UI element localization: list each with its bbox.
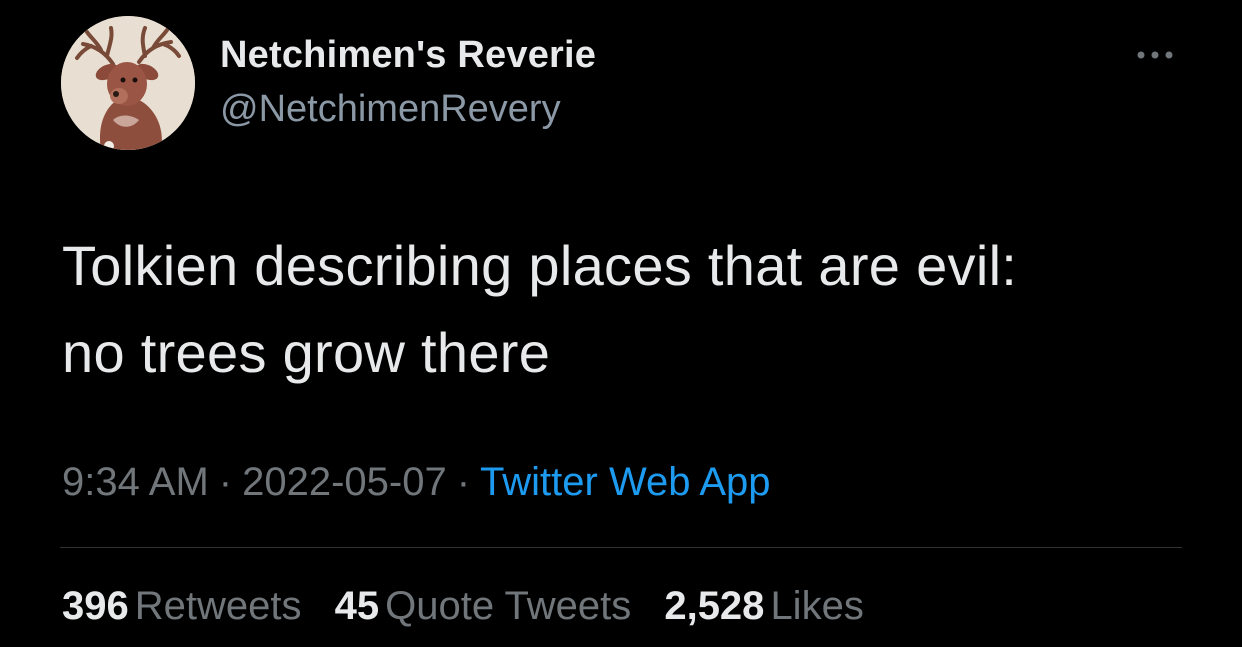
tweet-source-link[interactable]: Twitter Web App [480, 460, 771, 504]
more-horizontal-icon [1137, 51, 1173, 59]
quote-tweets-label: Quote Tweets [385, 584, 632, 628]
tweet-text: Tolkien describing places that are evil:… [62, 222, 1182, 396]
meta-separator: · [218, 460, 233, 504]
avatar[interactable] [61, 16, 195, 150]
divider [60, 547, 1182, 548]
tweet-time[interactable]: 9:34 AM [62, 460, 209, 504]
tweet-stats: 396 Retweets 45 Quote Tweets 2,528 Likes [62, 584, 886, 629]
likes-count: 2,528 [664, 584, 765, 628]
deer-avatar-icon [61, 16, 195, 150]
retweets-count: 396 [62, 584, 129, 628]
author-display-name[interactable]: Netchimen's Reverie [220, 34, 596, 77]
tweet-metadata: 9:34 AM · 2022-05-07 · Twitter Web App [62, 460, 771, 505]
tweet-date[interactable]: 2022-05-07 [242, 460, 447, 504]
more-options-button[interactable] [1126, 40, 1184, 70]
tweet-text-line: no trees grow there [62, 321, 551, 384]
likes-stat[interactable]: 2,528 Likes [664, 584, 864, 629]
quote-tweets-count: 45 [334, 584, 380, 628]
tweet-detail: Netchimen's Reverie @NetchimenRevery Tol… [0, 0, 1242, 647]
quote-tweets-stat[interactable]: 45 Quote Tweets [335, 584, 632, 629]
tweet-text-line: Tolkien describing places that are evil: [62, 234, 1018, 297]
retweets-stat[interactable]: 396 Retweets [62, 584, 302, 629]
meta-separator: · [456, 460, 471, 504]
author-handle[interactable]: @NetchimenRevery [220, 88, 561, 131]
likes-label: Likes [770, 584, 864, 628]
retweets-label: Retweets [134, 584, 302, 628]
